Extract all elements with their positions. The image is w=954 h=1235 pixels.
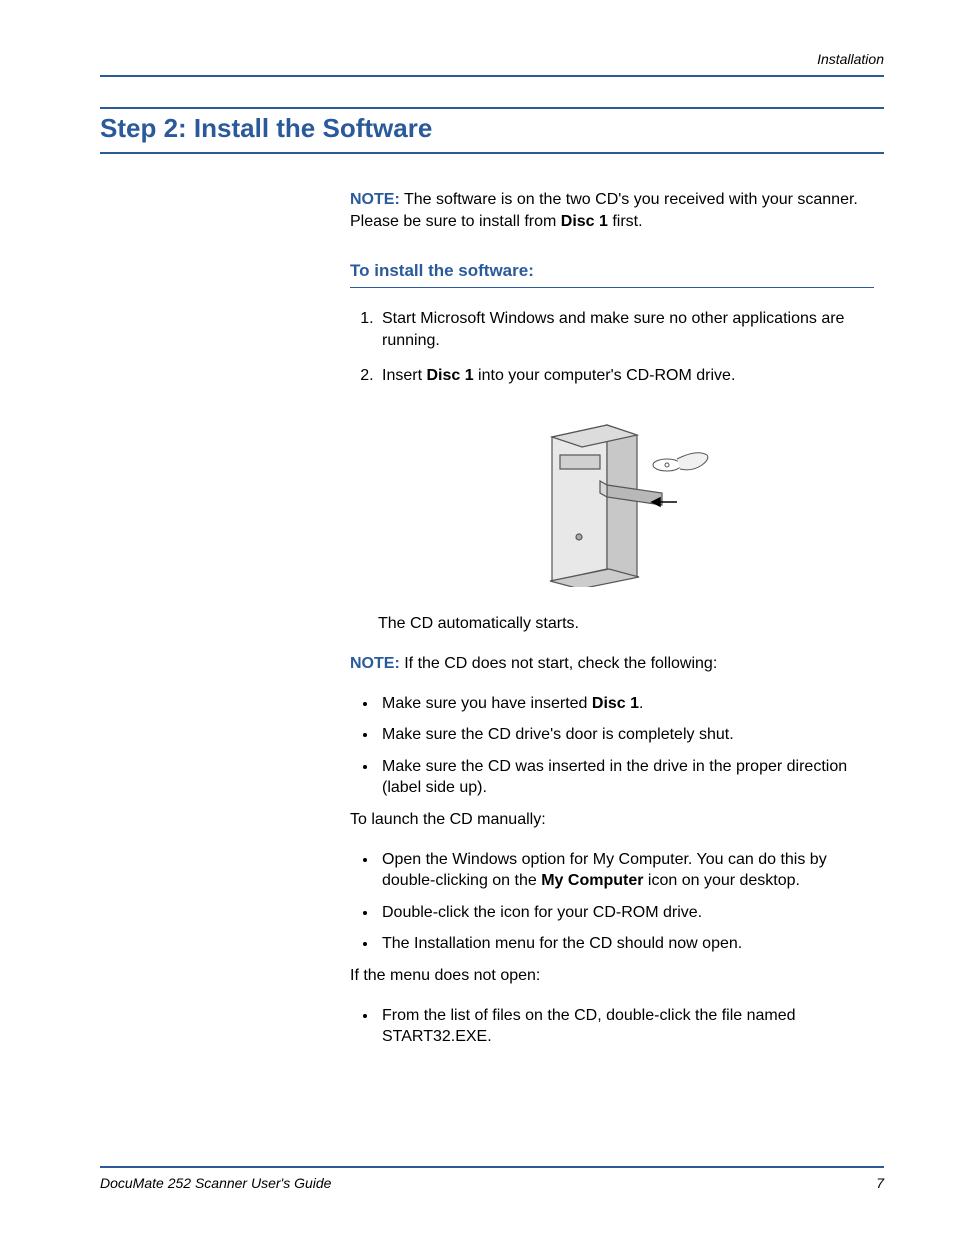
step-2-pre: Insert bbox=[382, 367, 426, 384]
page-number: 7 bbox=[876, 1174, 884, 1193]
check-2: Make sure the CD drive's door is complet… bbox=[378, 724, 874, 746]
check-1-post: . bbox=[639, 695, 643, 712]
check-1-bold: Disc 1 bbox=[592, 695, 639, 712]
note-bold: Disc 1 bbox=[561, 213, 608, 230]
note-label: NOTE: bbox=[350, 191, 400, 208]
step-2-bold: Disc 1 bbox=[426, 367, 473, 384]
footer-title: DocuMate 252 Scanner User's Guide bbox=[100, 1174, 331, 1193]
note-2-label: NOTE: bbox=[350, 655, 400, 672]
section-label: Installation bbox=[817, 51, 884, 67]
launch-1: Open the Windows option for My Computer.… bbox=[378, 849, 874, 892]
step-1: Start Microsoft Windows and make sure no… bbox=[378, 308, 874, 351]
page-title: Step 2: Install the Software bbox=[100, 107, 884, 154]
note-2: NOTE: If the CD does not start, check th… bbox=[350, 653, 874, 675]
note-text-post: first. bbox=[608, 213, 643, 230]
step-2-post: into your computer's CD-ROM drive. bbox=[474, 367, 736, 384]
if-not-open-text: If the menu does not open: bbox=[350, 965, 874, 987]
step-list: Start Microsoft Windows and make sure no… bbox=[350, 308, 874, 387]
computer-cd-figure bbox=[350, 407, 874, 594]
fallback-1: From the list of files on the CD, double… bbox=[378, 1005, 874, 1048]
note-1: NOTE: The software is on the two CD's yo… bbox=[350, 189, 874, 232]
after-figure-text: The CD automatically starts. bbox=[378, 613, 874, 635]
launch-1-bold: My Computer bbox=[541, 872, 643, 889]
content-body: NOTE: The software is on the two CD's yo… bbox=[350, 189, 874, 1048]
page-header: Installation bbox=[100, 50, 884, 77]
launch-2: Double-click the icon for your CD-ROM dr… bbox=[378, 902, 874, 924]
subheading: To install the software: bbox=[350, 260, 874, 288]
page-footer: DocuMate 252 Scanner User's Guide 7 bbox=[100, 1166, 884, 1193]
fallback-list: From the list of files on the CD, double… bbox=[350, 1005, 874, 1048]
check-1: Make sure you have inserted Disc 1. bbox=[378, 693, 874, 715]
note-2-text: If the CD does not start, check the foll… bbox=[400, 655, 718, 672]
launch-3: The Installation menu for the CD should … bbox=[378, 933, 874, 955]
check-3: Make sure the CD was inserted in the dri… bbox=[378, 756, 874, 799]
check-list: Make sure you have inserted Disc 1. Make… bbox=[350, 693, 874, 799]
launch-manual-text: To launch the CD manually: bbox=[350, 809, 874, 831]
check-1-pre: Make sure you have inserted bbox=[382, 695, 592, 712]
launch-1-post: icon on your desktop. bbox=[643, 872, 800, 889]
launch-list: Open the Windows option for My Computer.… bbox=[350, 849, 874, 955]
step-2: Insert Disc 1 into your computer's CD-RO… bbox=[378, 365, 874, 387]
